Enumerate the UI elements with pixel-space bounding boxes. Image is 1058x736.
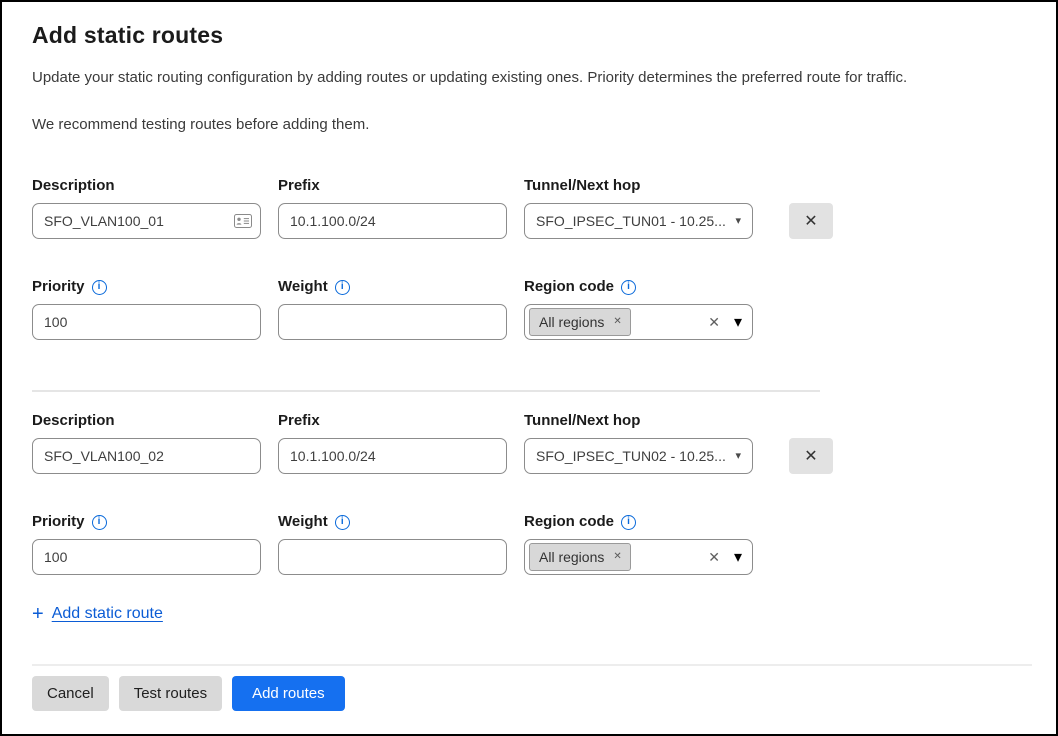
footer-divider: [32, 664, 1032, 666]
region-chip-label: All regions: [539, 314, 604, 330]
info-icon[interactable]: i: [621, 280, 636, 295]
info-icon[interactable]: i: [621, 515, 636, 530]
region-code-multiselect[interactable]: All regions ✕ ✕ ▾: [524, 539, 753, 575]
tunnel-next-hop-label: Tunnel/Next hop: [524, 177, 753, 195]
recommendation-text: We recommend testing routes before addin…: [32, 116, 1028, 133]
add-static-route-label: Add static route: [52, 605, 163, 623]
region-chip: All regions ✕: [529, 308, 631, 336]
clear-selection-icon[interactable]: ✕: [708, 550, 720, 564]
route-1-description-field: Description: [32, 177, 261, 239]
tunnel-next-hop-select[interactable]: SFO_IPSEC_TUN01 - 10.25... ▾: [524, 203, 753, 239]
description-label: Description: [32, 412, 261, 430]
route-2-secondary-row: Priority i Weight i Region code i: [32, 513, 1028, 575]
region-chip: All regions ✕: [529, 543, 631, 571]
tunnel-selected-value: SFO_IPSEC_TUN02 - 10.25...: [536, 448, 726, 464]
tunnel-next-hop-select[interactable]: SFO_IPSEC_TUN02 - 10.25... ▾: [524, 438, 753, 474]
test-routes-button[interactable]: Test routes: [119, 676, 222, 711]
add-static-routes-dialog: Add static routes Update your static rou…: [0, 0, 1058, 736]
weight-input[interactable]: [278, 539, 507, 575]
chevron-down-icon: ▾: [734, 312, 742, 332]
route-1-priority-field: Priority i: [32, 278, 261, 340]
priority-label: Priority: [32, 278, 85, 296]
description-input[interactable]: [32, 438, 261, 474]
route-1-main-row: Description: [32, 177, 1028, 239]
chip-remove-icon[interactable]: ✕: [613, 317, 621, 327]
route-2-tunnel-field: Tunnel/Next hop SFO_IPSEC_TUN02 - 10.25.…: [524, 412, 753, 474]
priority-input[interactable]: [32, 304, 261, 340]
route-2-priority-field: Priority i: [32, 513, 261, 575]
info-icon[interactable]: i: [335, 280, 350, 295]
prefix-label: Prefix: [278, 412, 507, 430]
remove-route-button[interactable]: ✕: [789, 438, 833, 474]
plus-icon: +: [32, 604, 44, 624]
cancel-button[interactable]: Cancel: [32, 676, 109, 711]
chevron-down-icon: ▾: [735, 451, 741, 462]
tunnel-next-hop-label: Tunnel/Next hop: [524, 412, 753, 430]
prefix-input[interactable]: [278, 438, 507, 474]
region-code-multiselect[interactable]: All regions ✕ ✕ ▾: [524, 304, 753, 340]
clear-selection-icon[interactable]: ✕: [708, 315, 720, 329]
add-static-route-link[interactable]: + Add static route: [32, 604, 163, 624]
region-code-label: Region code: [524, 278, 614, 296]
priority-input[interactable]: [32, 539, 261, 575]
weight-input[interactable]: [278, 304, 507, 340]
footer-actions: Cancel Test routes Add routes: [32, 676, 1028, 711]
intro-text: Update your static routing configuration…: [32, 69, 1028, 86]
route-2-prefix-field: Prefix: [278, 412, 507, 474]
remove-route-button[interactable]: ✕: [789, 203, 833, 239]
chevron-down-icon: ▾: [735, 216, 741, 227]
region-chip-label: All regions: [539, 549, 604, 565]
description-input[interactable]: [32, 203, 261, 239]
route-1-tunnel-field: Tunnel/Next hop SFO_IPSEC_TUN01 - 10.25.…: [524, 177, 753, 239]
description-label: Description: [32, 177, 261, 195]
route-1-prefix-field: Prefix: [278, 177, 507, 239]
route-divider: [32, 390, 820, 392]
contact-card-icon[interactable]: [234, 214, 252, 228]
info-icon[interactable]: i: [335, 515, 350, 530]
route-2-main-row: Description Prefix Tunnel/Next hop SFO_I…: [32, 412, 1028, 474]
tunnel-selected-value: SFO_IPSEC_TUN01 - 10.25...: [536, 213, 726, 229]
prefix-input[interactable]: [278, 203, 507, 239]
region-code-label: Region code: [524, 513, 614, 531]
info-icon[interactable]: i: [92, 515, 107, 530]
route-2-description-field: Description: [32, 412, 261, 474]
route-1-weight-field: Weight i: [278, 278, 507, 340]
page-title: Add static routes: [32, 22, 1028, 49]
prefix-label: Prefix: [278, 177, 507, 195]
weight-label: Weight: [278, 513, 328, 531]
route-block-1: Description: [32, 177, 1028, 340]
priority-label: Priority: [32, 513, 85, 531]
add-routes-button[interactable]: Add routes: [232, 676, 345, 711]
weight-label: Weight: [278, 278, 328, 296]
route-1-secondary-row: Priority i Weight i Region code i: [32, 278, 1028, 340]
route-block-2: Description Prefix Tunnel/Next hop SFO_I…: [32, 412, 1028, 575]
route-1-region-field: Region code i All regions ✕ ✕ ▾: [524, 278, 753, 340]
route-2-region-field: Region code i All regions ✕ ✕ ▾: [524, 513, 753, 575]
chip-remove-icon[interactable]: ✕: [613, 552, 621, 562]
close-icon: ✕: [804, 446, 817, 466]
info-icon[interactable]: i: [92, 280, 107, 295]
route-2-weight-field: Weight i: [278, 513, 507, 575]
chevron-down-icon: ▾: [734, 547, 742, 567]
close-icon: ✕: [804, 211, 817, 231]
